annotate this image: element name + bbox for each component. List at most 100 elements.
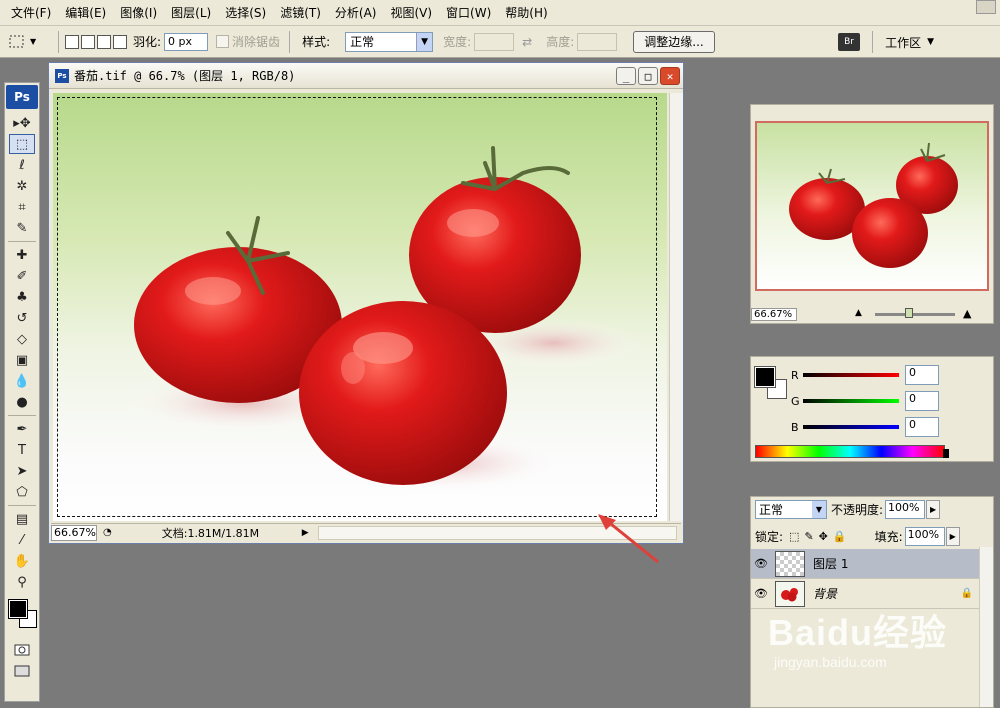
style-select[interactable]: 正常 ▼	[345, 31, 434, 52]
navigator-thumbnail[interactable]	[755, 121, 989, 291]
lock-label: 锁定:	[755, 530, 784, 544]
quick-mask-icon[interactable]	[9, 640, 35, 660]
menu-filter[interactable]: 滤镜(T)	[273, 4, 328, 21]
lock-all-icon[interactable]: 🔒	[833, 530, 847, 543]
history-brush-tool-icon[interactable]: ↺	[9, 308, 35, 328]
zoom-level[interactable]: 66.67%	[51, 524, 97, 541]
type-tool-icon[interactable]: T	[9, 440, 35, 460]
gradient-tool-icon[interactable]: ▣	[9, 350, 35, 370]
chevron-down-icon: ▼	[30, 37, 37, 46]
menu-view[interactable]: 视图(V)	[383, 4, 439, 21]
tool-preset-picker[interactable]: ▼	[8, 30, 52, 54]
lock-icon: 🔒	[960, 588, 973, 599]
close-icon[interactable]: ✕	[660, 67, 680, 85]
path-selection-tool-icon[interactable]: ➤	[9, 461, 35, 481]
lock-transparency-icon[interactable]: ⬚	[789, 530, 799, 543]
zoom-slider[interactable]	[875, 313, 955, 316]
brush-tool-icon[interactable]: ✐	[9, 266, 35, 286]
menu-select[interactable]: 选择(S)	[218, 4, 273, 21]
status-menu-arrow-icon[interactable]: ▶	[302, 528, 314, 538]
slice-tool-icon[interactable]: ✎	[9, 218, 35, 238]
color-spectrum[interactable]	[755, 445, 945, 458]
zoom-tool-icon[interactable]: ⚲	[9, 572, 35, 592]
layer-row-layer1[interactable]: 👁 图层 1	[751, 549, 979, 579]
status-info-icon[interactable]: ◔	[103, 527, 112, 538]
navigator-zoom[interactable]: 66.67%	[751, 307, 797, 321]
divider	[289, 30, 291, 53]
pen-tool-icon[interactable]: ✒	[9, 419, 35, 439]
red-slider[interactable]	[803, 373, 899, 377]
blur-tool-icon[interactable]: 💧	[9, 371, 35, 391]
vertical-scrollbar[interactable]	[669, 93, 683, 521]
chevron-down-icon: ▼	[927, 37, 934, 47]
fill-input[interactable]: 100%	[904, 527, 945, 546]
marquee-tool-icon[interactable]: ⬚	[9, 134, 35, 154]
crop-tool-icon[interactable]: ⌗	[9, 197, 35, 217]
antialias-checkbox[interactable]	[216, 35, 230, 48]
lock-position-icon[interactable]: ✥	[819, 530, 828, 543]
lock-pixels-icon[interactable]: ✎	[804, 530, 813, 543]
eye-icon[interactable]: 👁	[751, 557, 771, 570]
new-selection-icon[interactable]	[65, 34, 79, 49]
panel-foreground-swatch[interactable]	[754, 366, 776, 388]
feather-input[interactable]: 0 px	[164, 32, 209, 51]
hand-tool-icon[interactable]: ✋	[9, 551, 35, 571]
green-value[interactable]: 0	[905, 391, 939, 411]
notes-tool-icon[interactable]: ▤	[9, 509, 35, 529]
navigator-tomato-image	[789, 142, 958, 268]
refine-edge-button[interactable]: 调整边缘...	[633, 30, 715, 53]
bridge-icon[interactable]: Br	[838, 33, 861, 51]
screen-mode-icon[interactable]	[9, 661, 35, 681]
add-selection-icon[interactable]	[81, 34, 95, 49]
app-window-button[interactable]	[976, 0, 996, 14]
navigator-controls: 66.67% ▲ ▲	[751, 307, 993, 321]
opacity-slider-arrow-icon[interactable]: ▶	[926, 500, 941, 519]
red-channel-row: R 0	[791, 365, 939, 385]
shape-tool-icon[interactable]: ⬠	[9, 482, 35, 502]
zoom-in-icon[interactable]: ▲	[963, 307, 971, 320]
menu-window[interactable]: 窗口(W)	[439, 4, 498, 21]
menu-file[interactable]: 文件(F)	[4, 4, 58, 21]
menu-help[interactable]: 帮助(H)	[498, 4, 554, 21]
menu-image[interactable]: 图像(I)	[113, 4, 164, 21]
magic-wand-tool-icon[interactable]: ✲	[9, 176, 35, 196]
zoom-out-icon[interactable]: ▲	[855, 308, 862, 318]
height-input[interactable]	[577, 32, 618, 51]
layer-thumbnail	[775, 550, 805, 577]
clone-stamp-tool-icon[interactable]: ♣	[9, 287, 35, 307]
blue-value[interactable]: 0	[905, 417, 939, 437]
color-swatches[interactable]	[7, 598, 37, 632]
workspace-menu[interactable]: 工作区	[885, 34, 921, 51]
blue-slider[interactable]	[803, 425, 899, 429]
move-tool-icon[interactable]: ▸✥	[9, 113, 35, 133]
opacity-input[interactable]: 100%	[885, 500, 926, 519]
eye-icon[interactable]: 👁	[751, 587, 771, 600]
layers-scrollbar[interactable]	[979, 547, 993, 707]
width-input[interactable]	[474, 32, 515, 51]
menu-layer[interactable]: 图层(L)	[164, 4, 218, 21]
eyedropper-tool-icon[interactable]: ⁄	[9, 530, 35, 550]
blend-mode-select[interactable]: 正常 ▼	[755, 500, 827, 519]
layer-thumbnail	[775, 580, 805, 607]
swap-icon[interactable]: ⇄	[522, 35, 532, 49]
black-swatch[interactable]	[943, 449, 949, 458]
dodge-tool-icon[interactable]: ●	[9, 392, 35, 412]
green-slider[interactable]	[803, 399, 899, 403]
intersect-selection-icon[interactable]	[113, 34, 127, 49]
maximize-icon[interactable]: □	[638, 67, 658, 85]
foreground-color-swatch[interactable]	[8, 599, 28, 619]
opacity-label: 不透明度:	[831, 503, 884, 517]
healing-brush-tool-icon[interactable]: ✚	[9, 245, 35, 265]
lasso-tool-icon[interactable]: ℓ	[9, 155, 35, 175]
red-value[interactable]: 0	[905, 365, 939, 385]
menu-edit[interactable]: 编辑(E)	[58, 4, 113, 21]
subtract-selection-icon[interactable]	[97, 34, 111, 49]
document-title-bar[interactable]: Ps 番茄.tif @ 66.7% (图层 1, RGB/8) _ □ ✕	[49, 63, 683, 89]
minimize-icon[interactable]: _	[616, 67, 636, 85]
eraser-tool-icon[interactable]: ◇	[9, 329, 35, 349]
navigator-panel: 66.67% ▲ ▲	[750, 104, 994, 324]
menu-analysis[interactable]: 分析(A)	[328, 4, 384, 21]
zoom-slider-knob[interactable]	[905, 308, 913, 318]
fill-slider-arrow-icon[interactable]: ▶	[945, 527, 960, 546]
image-canvas[interactable]	[53, 93, 667, 521]
